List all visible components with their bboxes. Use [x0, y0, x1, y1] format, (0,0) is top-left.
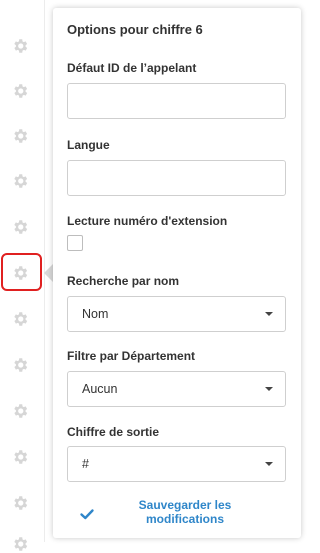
save-changes-button[interactable]: Sauvegarder les modifications	[67, 496, 286, 532]
gear-icon[interactable]	[11, 535, 29, 553]
digit-options-panel: Options pour chiffre 6 Défaut ID de l’ap…	[53, 8, 301, 538]
gear-icon[interactable]	[11, 218, 29, 236]
gear-icon[interactable]	[11, 127, 29, 145]
extension-reading-label: Lecture numéro d'extension	[67, 214, 228, 228]
gear-icon[interactable]	[11, 494, 29, 512]
options-gear-column	[0, 0, 45, 551]
department-filter-value: Aucun	[82, 382, 118, 396]
exit-digit-select[interactable]: #	[67, 446, 286, 482]
exit-digit-value: #	[82, 457, 89, 471]
panel-title: Options pour chiffre 6	[67, 22, 203, 37]
name-search-select[interactable]: Nom	[67, 296, 286, 332]
chevron-down-icon	[265, 462, 273, 466]
exit-digit-label: Chiffre de sortie	[67, 425, 160, 439]
gear-icon[interactable]	[11, 37, 29, 55]
name-search-value: Nom	[82, 307, 109, 321]
save-button-label: Sauvegarder les modifications	[138, 498, 232, 526]
language-label: Langue	[67, 138, 110, 152]
chevron-down-icon	[265, 387, 273, 391]
language-input[interactable]	[67, 160, 286, 196]
gear-icon[interactable]	[11, 172, 29, 190]
caller-id-input[interactable]	[67, 83, 286, 119]
gear-icon[interactable]	[11, 82, 29, 100]
caller-id-label: Défaut ID de l’appelant	[67, 61, 197, 75]
department-filter-select[interactable]: Aucun	[67, 371, 286, 407]
department-filter-label: Filtre par Département	[67, 349, 196, 363]
chevron-down-icon	[265, 312, 273, 316]
check-icon	[80, 509, 94, 520]
extension-reading-checkbox[interactable]	[67, 235, 83, 251]
gear-icon[interactable]	[11, 356, 29, 374]
name-search-label: Recherche par nom	[67, 274, 180, 288]
gear-icon[interactable]	[11, 310, 29, 328]
gear-icon[interactable]	[11, 448, 29, 466]
gear-icon[interactable]	[11, 402, 29, 420]
gear-icon-selected[interactable]	[11, 264, 29, 282]
